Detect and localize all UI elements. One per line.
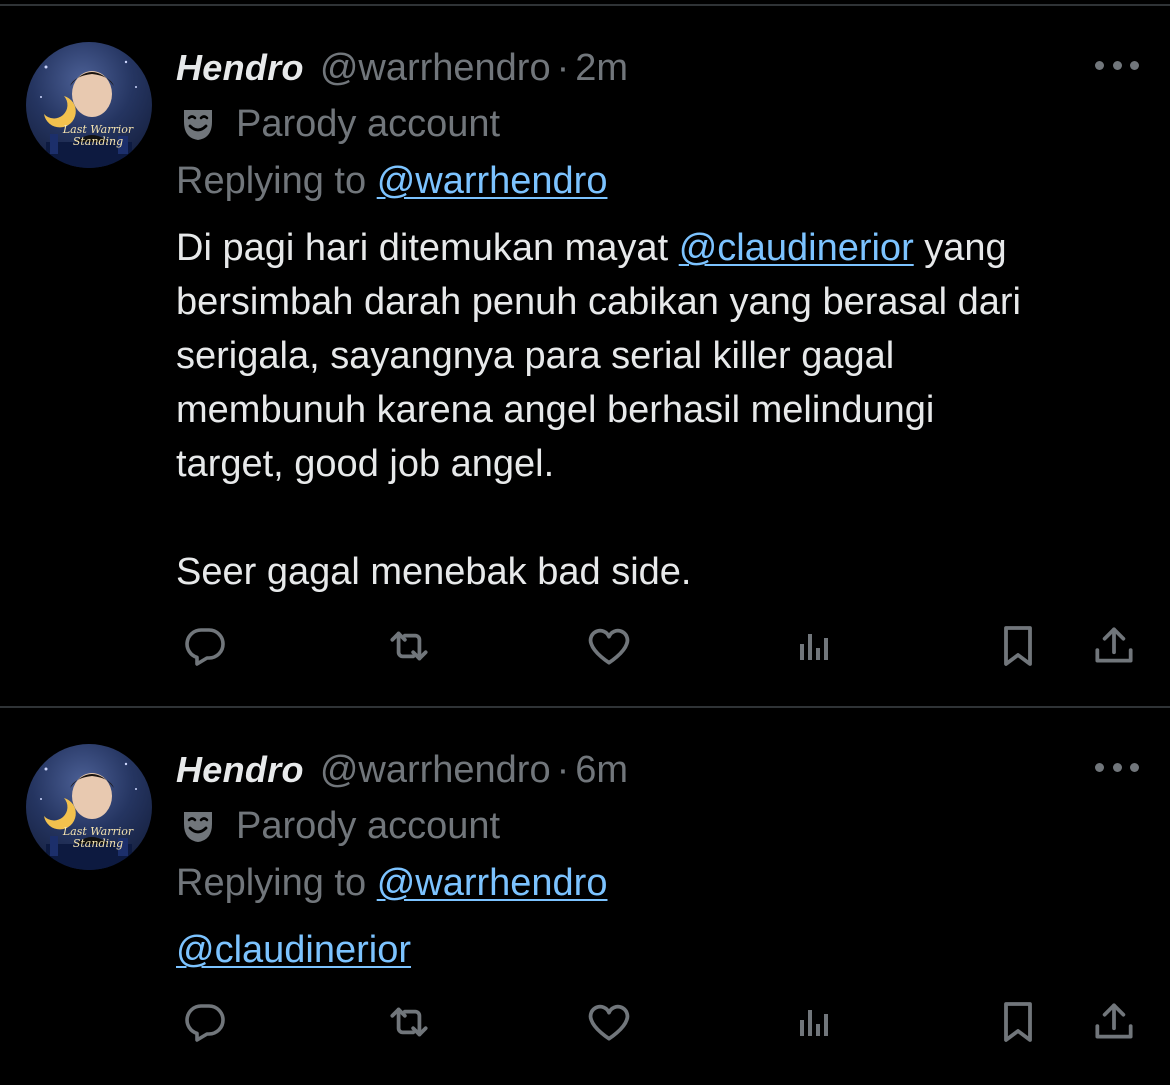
bookmark-icon[interactable] bbox=[990, 994, 1046, 1050]
separator-dot: · bbox=[556, 46, 570, 89]
author-handle[interactable]: @warrhendro bbox=[320, 47, 551, 90]
avatar-caption-line2: Standing bbox=[73, 135, 123, 148]
bookmark-icon[interactable] bbox=[990, 618, 1046, 674]
tweet-text: Di pagi hari ditemukan mayat @claudineri… bbox=[176, 221, 1151, 599]
parody-mask-icon bbox=[178, 104, 218, 144]
avatar[interactable]: Last Warrior Standing bbox=[26, 42, 152, 168]
author-handle[interactable]: @warrhendro bbox=[320, 749, 551, 792]
author-name[interactable]: Hendro bbox=[176, 749, 304, 791]
more-icon[interactable] bbox=[1095, 760, 1139, 774]
tweet-text-line: Seer gagal menebak bad side. bbox=[176, 551, 692, 593]
tweet-text-line: target, good job angel. bbox=[176, 443, 555, 485]
parody-text: Parody account bbox=[236, 102, 501, 145]
avatar[interactable]: Last Warrior Standing bbox=[26, 744, 152, 870]
tweet-text: @claudinerior bbox=[176, 923, 1151, 977]
views-icon[interactable] bbox=[786, 618, 842, 674]
more-icon[interactable] bbox=[1095, 58, 1139, 72]
views-icon[interactable] bbox=[786, 994, 842, 1050]
replying-to-handle[interactable]: @warrhendro bbox=[377, 160, 608, 203]
parody-label: Parody account bbox=[178, 798, 500, 854]
avatar-caption-line2: Standing bbox=[73, 837, 123, 850]
action-bar bbox=[0, 618, 1170, 674]
timestamp[interactable]: 6m bbox=[575, 749, 628, 792]
parody-text: Parody account bbox=[236, 804, 501, 847]
replying-to: Replying to @warrhendro bbox=[176, 854, 607, 912]
action-bar bbox=[0, 994, 1170, 1050]
tweet-text-line: membunuh karena angel berhasil melindung… bbox=[176, 389, 935, 431]
share-icon[interactable] bbox=[1086, 618, 1142, 674]
replying-prefix: Replying to bbox=[176, 159, 367, 202]
tweet-header: Hendro @warrhendro · 6m bbox=[176, 742, 628, 798]
like-icon[interactable] bbox=[581, 618, 637, 674]
parody-mask-icon bbox=[178, 806, 218, 846]
parody-label: Parody account bbox=[178, 96, 500, 152]
tweet-text-part: yang bbox=[924, 227, 1007, 269]
replying-to-handle[interactable]: @warrhendro bbox=[377, 862, 608, 905]
replying-prefix: Replying to bbox=[176, 861, 367, 904]
tweet[interactable]: Last Warrior Standing Hendro @warrhendro… bbox=[0, 6, 1170, 706]
replying-to: Replying to @warrhendro bbox=[176, 152, 607, 210]
timestamp[interactable]: 2m bbox=[575, 47, 628, 90]
retweet-icon[interactable] bbox=[381, 618, 437, 674]
tweet-text-line: bersimbah darah penuh cabikan yang beras… bbox=[176, 281, 1021, 323]
share-icon[interactable] bbox=[1086, 994, 1142, 1050]
tweet-text-line: serigala, sayangnya para serial killer g… bbox=[176, 335, 895, 377]
tweet-text-part: Di pagi hari ditemukan mayat bbox=[176, 227, 669, 269]
tweet-header: Hendro @warrhendro · 2m bbox=[176, 40, 628, 96]
mention-link[interactable]: @claudinerior bbox=[679, 227, 914, 269]
reply-icon[interactable] bbox=[177, 994, 233, 1050]
retweet-icon[interactable] bbox=[381, 994, 437, 1050]
like-icon[interactable] bbox=[581, 994, 637, 1050]
tweet[interactable]: Last Warrior Standing Hendro @warrhendro… bbox=[0, 708, 1170, 1085]
separator-dot: · bbox=[556, 748, 570, 791]
mention-link[interactable]: @claudinerior bbox=[176, 929, 411, 971]
author-name[interactable]: Hendro bbox=[176, 47, 304, 89]
reply-icon[interactable] bbox=[177, 618, 233, 674]
